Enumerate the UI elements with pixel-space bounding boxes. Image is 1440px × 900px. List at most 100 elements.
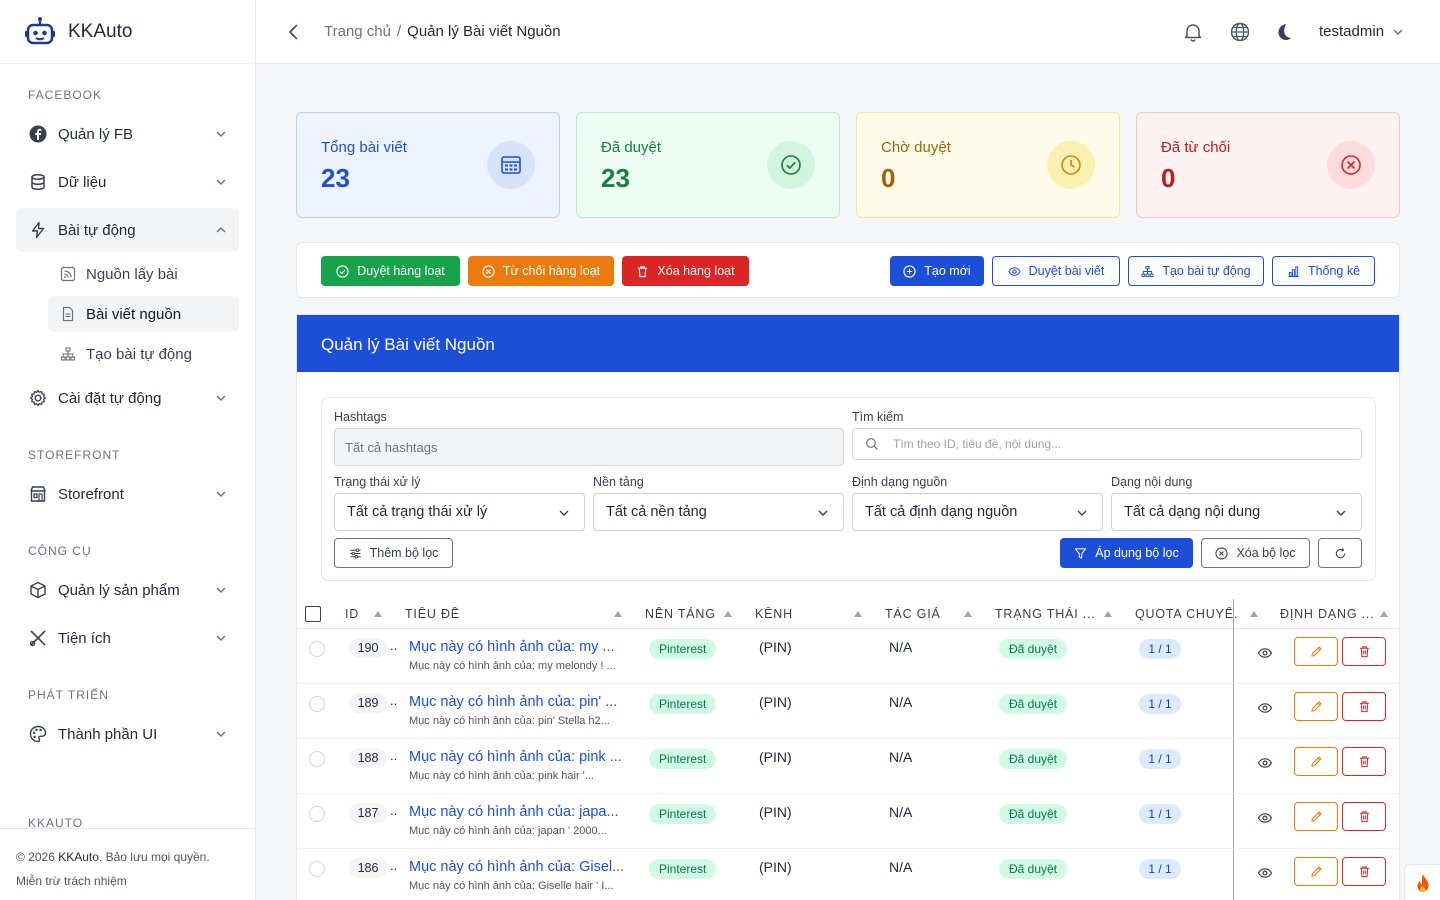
edit-button[interactable] <box>1294 802 1338 831</box>
row-subtitle: Mục này có hình ảnh của: japan ' 2000... <box>409 825 607 837</box>
row-subtitle: Mục này có hình ảnh của: Giselle hair ' … <box>409 880 614 892</box>
sidebar-item-storefront[interactable]: Storefront <box>16 472 239 516</box>
delete-button[interactable] <box>1342 802 1386 831</box>
select-all-checkbox[interactable] <box>305 606 321 622</box>
refresh-button[interactable] <box>1318 538 1362 568</box>
bulk-approve-button[interactable]: Duyệt hàng loạt <box>321 256 460 286</box>
row-title-link[interactable]: Mục này có hình ảnh của: pin' ... <box>409 694 629 710</box>
eye-icon[interactable] <box>1257 755 1273 771</box>
column-author[interactable]: TÁC GIẢ <box>885 607 941 621</box>
hashtags-label: Hashtags <box>334 410 387 424</box>
sidebar-item-auto-post[interactable]: Bài tự động <box>16 208 239 252</box>
table-row[interactable]: 190 .. Mục này có hình ảnh của: my ... M… <box>297 629 1399 684</box>
add-filter-button[interactable]: Thêm bộ lọc <box>334 538 453 568</box>
stat-label: Tổng bài viết <box>321 139 407 156</box>
sort-icon[interactable] <box>373 610 383 618</box>
row-subtitle: Mục này có hình ảnh của: my melondy ! ..… <box>409 660 616 672</box>
check-circle-icon <box>781 155 801 175</box>
review-posts-button[interactable]: Duyệt bài viết <box>992 256 1120 286</box>
brand[interactable]: KKAuto <box>0 0 255 64</box>
sidebar-item-ui-components[interactable]: Thành phần UI <box>16 712 239 756</box>
bulk-delete-button[interactable]: Xóa hàng loạt <box>622 256 749 286</box>
hashtags-input[interactable]: Tất cả hashtags <box>334 428 844 466</box>
column-status[interactable]: TRẠNG THÁI ... <box>995 607 1095 621</box>
sidebar-item-auto-settings[interactable]: Cài đặt tự động <box>16 376 239 420</box>
sidebar-subitem-source[interactable]: Nguồn lấy bài <box>48 256 239 292</box>
column-channel[interactable]: KÊNH <box>755 607 793 621</box>
row-select-radio[interactable] <box>309 641 325 657</box>
row-title-link[interactable]: Mục này có hình ảnh của: japa... <box>409 804 629 820</box>
status-filter-select[interactable]: Tất cả trạng thái xử lý <box>334 493 585 531</box>
row-select-radio[interactable] <box>309 696 325 712</box>
eye-icon[interactable] <box>1257 810 1273 826</box>
delete-button[interactable] <box>1342 692 1386 721</box>
edit-button[interactable] <box>1294 747 1338 776</box>
row-select-radio[interactable] <box>309 806 325 822</box>
table-row[interactable]: 189 .. Mục này có hình ảnh của: pin' ...… <box>297 684 1399 739</box>
disclaimer-link[interactable]: Miễn trừ trách nhiệm <box>16 869 239 893</box>
column-title[interactable]: TIÊU ĐỀ <box>405 607 460 621</box>
chevron-down-icon[interactable] <box>1392 26 1404 38</box>
statistics-button[interactable]: Thống kê <box>1272 256 1375 286</box>
back-chevron-icon[interactable] <box>282 20 306 44</box>
sitemap-icon <box>60 346 76 362</box>
sort-icon[interactable] <box>723 610 733 618</box>
trash-icon <box>1359 866 1369 878</box>
column-id[interactable]: ID <box>345 607 359 621</box>
column-platform[interactable]: NỀN TẢNG <box>645 607 716 621</box>
row-select-radio[interactable] <box>309 861 325 877</box>
sort-icon[interactable] <box>613 610 623 618</box>
delete-button[interactable] <box>1342 637 1386 666</box>
row-subtitle: Mục này có hình ảnh của: pink hair '... <box>409 770 594 782</box>
sidebar-item-data[interactable]: Dữ liệu <box>16 160 239 204</box>
eye-icon[interactable] <box>1257 700 1273 716</box>
row-title-link[interactable]: Mục này có hình ảnh của: my ... <box>409 639 629 655</box>
edit-button[interactable] <box>1294 637 1338 666</box>
apply-filter-button[interactable]: Áp dụng bộ lọc <box>1060 538 1193 568</box>
row-channel: (PIN) <box>759 749 792 765</box>
create-button[interactable]: Tạo mới <box>890 256 984 286</box>
eye-icon[interactable] <box>1257 865 1273 881</box>
search-input[interactable]: Tìm theo ID, tiêu đề, nội dung... <box>852 428 1362 460</box>
moon-icon[interactable] <box>1271 20 1295 44</box>
edit-button[interactable] <box>1294 692 1338 721</box>
sort-icon[interactable] <box>853 610 863 618</box>
delete-button[interactable] <box>1342 857 1386 886</box>
row-select-radio[interactable] <box>309 751 325 767</box>
breadcrumb-home[interactable]: Trang chủ <box>324 23 391 40</box>
sidebar-item-utilities[interactable]: Tiện ích <box>16 616 239 660</box>
edit-button[interactable] <box>1294 857 1338 886</box>
check-circle-icon <box>336 264 349 278</box>
column-format[interactable]: ĐỊNH DẠNG ... <box>1280 607 1376 621</box>
create-auto-post-button[interactable]: Tạo bài tự động <box>1128 256 1264 286</box>
sort-icon[interactable] <box>1379 610 1389 618</box>
table-row[interactable]: 188 .. Mục này có hình ảnh của: pink ...… <box>297 739 1399 794</box>
format-filter-select[interactable]: Tất cả định dạng nguồn <box>852 493 1103 531</box>
user-name[interactable]: testadmin <box>1319 23 1384 40</box>
sidebar-item-products[interactable]: Quản lý sản phẩm <box>16 568 239 612</box>
row-title-link[interactable]: Mục này có hình ảnh của: pink ... <box>409 749 629 765</box>
row-title-link[interactable]: Mục này có hình ảnh của: Gisel... <box>409 859 629 875</box>
content-filter-select[interactable]: Tất cả dạng nội dung <box>1111 493 1362 531</box>
bell-icon[interactable] <box>1181 20 1205 44</box>
eye-icon[interactable] <box>1257 645 1273 661</box>
status-badge: Đã duyệt <box>999 694 1068 714</box>
sidebar-item-fb[interactable]: Quản lý FB <box>16 112 239 156</box>
table-row[interactable]: 186 .. Mục này có hình ảnh của: Gisel...… <box>297 849 1399 900</box>
platform-filter-select[interactable]: Tất cả nền tảng <box>593 493 844 531</box>
sort-icon[interactable] <box>963 610 973 618</box>
sort-icon[interactable] <box>1103 610 1113 618</box>
sidebar-subitem-create-auto[interactable]: Tạo bài tự động <box>48 336 239 372</box>
clear-filter-button[interactable]: Xóa bộ lọc <box>1201 538 1310 568</box>
sidebar-subitem-source-posts[interactable]: Bài viết nguồn <box>48 296 239 332</box>
column-quota[interactable]: QUOTA CHUYỂ... <box>1135 607 1239 621</box>
table-row[interactable]: 187 .. Mục này có hình ảnh của: japa... … <box>297 794 1399 849</box>
stat-value: 23 <box>601 163 630 193</box>
sort-icon[interactable] <box>1249 610 1259 618</box>
store-icon <box>28 484 48 504</box>
fire-button[interactable] <box>1404 864 1440 900</box>
bulk-reject-button[interactable]: Từ chối hàng loạt <box>468 256 614 286</box>
row-id-badge: 188 <box>349 748 387 768</box>
delete-button[interactable] <box>1342 747 1386 776</box>
globe-icon[interactable] <box>1228 20 1252 44</box>
